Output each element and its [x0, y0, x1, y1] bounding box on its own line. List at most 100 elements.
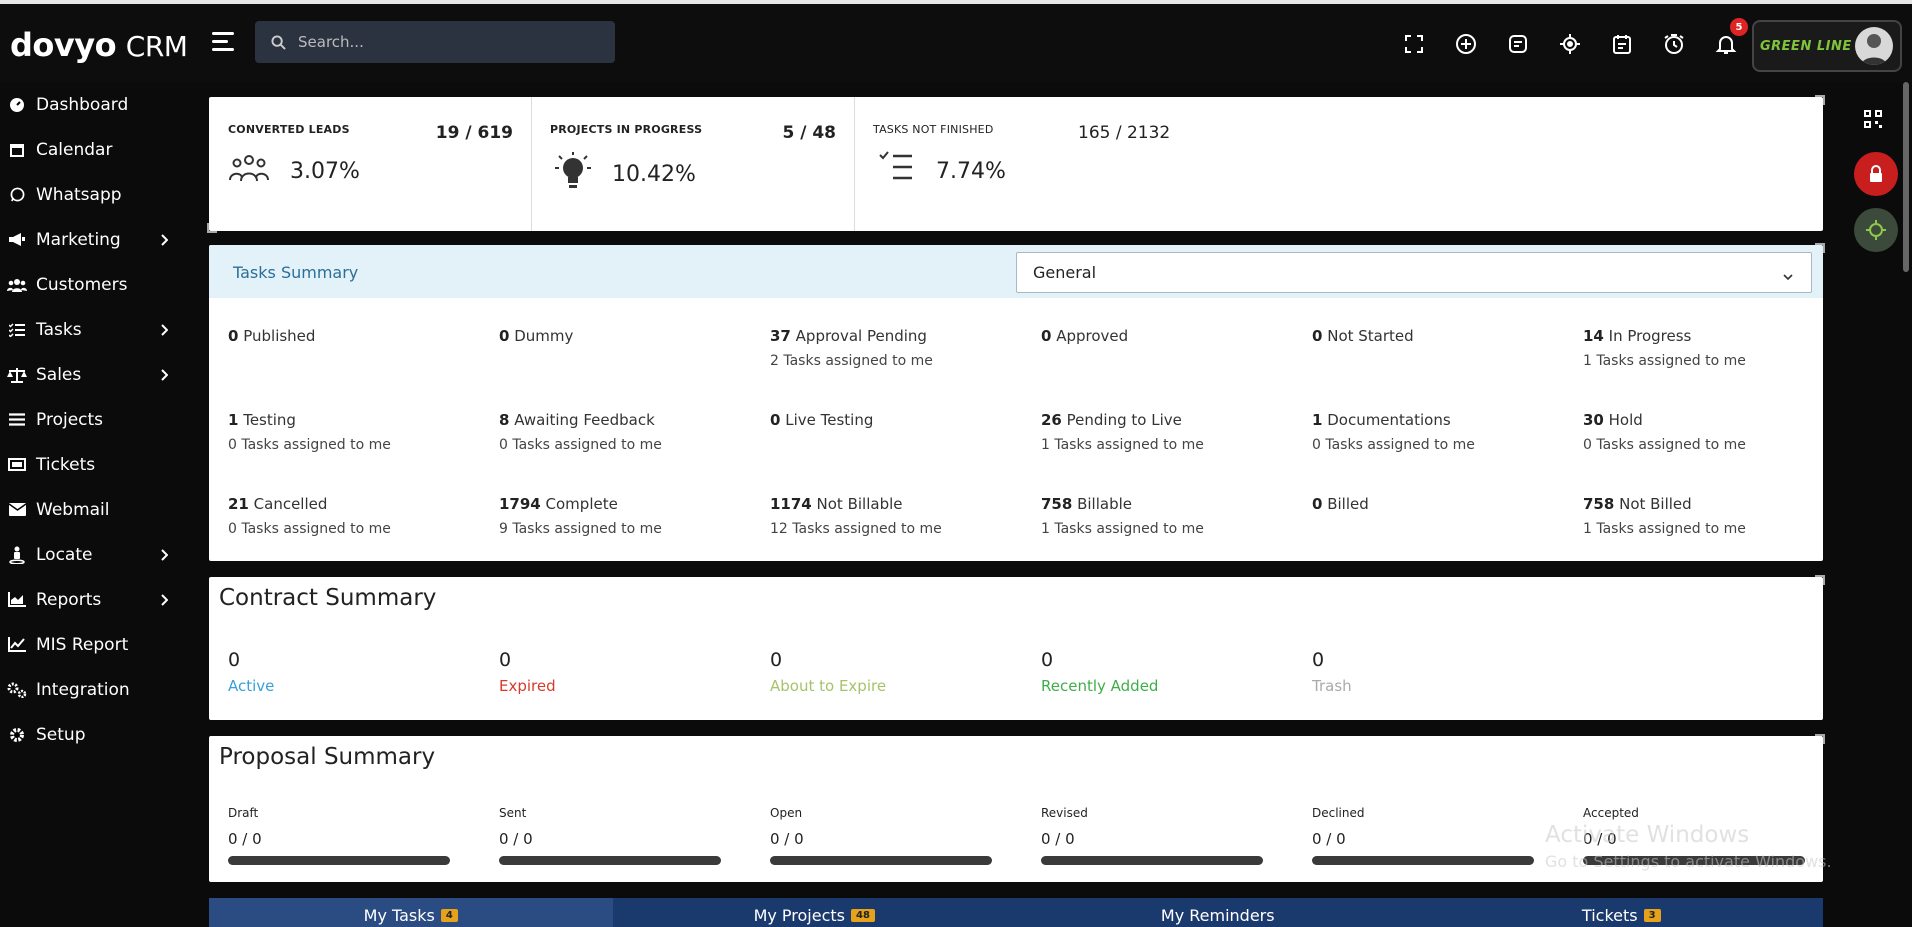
street-view-icon: [6, 545, 28, 565]
contract-stat-about-to-expire[interactable]: 0 About to Expire: [770, 649, 886, 695]
notification-bell-icon[interactable]: 5: [1714, 18, 1748, 56]
tab-my-projects[interactable]: My Projects 48: [613, 898, 1017, 927]
sidebar-item-mis-report[interactable]: MIS Report: [0, 622, 200, 667]
task-status-count: 1: [1312, 411, 1323, 429]
page-scrollbar[interactable]: [1903, 82, 1909, 272]
sidebar-nav: Dashboard Calendar Whatsapp Marketing Cu…: [0, 82, 200, 757]
contract-stat-expired[interactable]: 0 Expired: [499, 649, 556, 695]
task-status-item[interactable]: 758 Not Billed 1 Tasks assigned to me: [1583, 495, 1843, 537]
assigned-to-me-text: 1 Tasks assigned to me: [1583, 353, 1746, 369]
sidebar-item-label: Projects: [36, 409, 104, 430]
task-status-item[interactable]: 8 Awaiting Feedback 0 Tasks assigned to m…: [499, 411, 759, 453]
contract-stat-recently-added[interactable]: 0 Recently Added: [1041, 649, 1158, 695]
task-status-item[interactable]: 758 Billable 1 Tasks assigned to me: [1041, 495, 1301, 537]
add-circle-icon[interactable]: [1454, 32, 1478, 56]
task-filter-select[interactable]: General: [1016, 252, 1812, 293]
task-status-item[interactable]: 1794 Complete 9 Tasks assigned to me: [499, 495, 759, 537]
sidebar-item-setup[interactable]: Setup: [0, 712, 200, 757]
sidebar-item-dashboard[interactable]: Dashboard: [0, 82, 200, 127]
task-status-item[interactable]: 0 Approved: [1041, 327, 1301, 345]
proposal-progress-bar: [770, 856, 992, 865]
task-status-item[interactable]: 37 Approval Pending 2 Tasks assigned to m…: [770, 327, 1030, 369]
location-target-icon[interactable]: [1558, 32, 1582, 56]
user-profile-menu[interactable]: GREEN LINE: [1752, 20, 1902, 72]
task-status-count: 26: [1041, 411, 1062, 429]
task-status-item[interactable]: 1 Testing 0 Tasks assigned to me: [228, 411, 488, 453]
tab-my-reminders[interactable]: My Reminders: [1016, 898, 1420, 927]
task-status-item[interactable]: 0 Not Started: [1312, 327, 1572, 345]
sidebar-item-calendar[interactable]: Calendar: [0, 127, 200, 172]
sidebar-item-whatsapp[interactable]: Whatsapp: [0, 172, 200, 217]
task-status-item[interactable]: 14 In Progress 1 Tasks assigned to me: [1583, 327, 1843, 369]
task-status-label: Dummy: [514, 327, 574, 345]
user-avatar[interactable]: [1855, 27, 1893, 65]
sidebar-item-locate[interactable]: Locate: [0, 532, 200, 577]
task-status-item[interactable]: 1174 Not Billable 12 Tasks assigned to me: [770, 495, 1030, 537]
proposal-progress-bar: [228, 856, 450, 865]
task-status-label: Cancelled: [253, 495, 328, 513]
sidebar-item-webmail[interactable]: Webmail: [0, 487, 200, 532]
search-box[interactable]: [255, 21, 615, 63]
sidebar-item-reports[interactable]: Reports: [0, 577, 200, 622]
sidebar-item-integration[interactable]: Integration: [0, 667, 200, 712]
proposal-progress-bar: [499, 856, 721, 865]
proposal-status-item[interactable]: Draft 0 / 0: [228, 806, 450, 865]
sidebar-item-tickets[interactable]: Tickets: [0, 442, 200, 487]
task-status-item[interactable]: 26 Pending to Live 1 Tasks assigned to me: [1041, 411, 1301, 453]
fullscreen-icon[interactable]: [1402, 32, 1426, 56]
windows-activation-watermark: Activate Windows Go to Settings to activ…: [1545, 822, 1832, 871]
contract-summary-title: Contract Summary: [219, 585, 437, 611]
proposal-status-item[interactable]: Open 0 / 0: [770, 806, 992, 865]
calendar-check-icon[interactable]: [1610, 32, 1634, 56]
task-status-item[interactable]: 0 Dummy: [499, 327, 759, 345]
sidebar-item-projects[interactable]: Projects: [0, 397, 200, 442]
task-status-label: Documentations: [1327, 411, 1451, 429]
task-status-count: 758: [1583, 495, 1615, 513]
proposal-status-label: Revised: [1041, 806, 1088, 820]
proposal-status-item[interactable]: Sent 0 / 0: [499, 806, 721, 865]
search-input[interactable]: [298, 33, 598, 51]
timer-icon[interactable]: [1662, 32, 1686, 56]
app-logo[interactable]: dovyo CRM: [10, 26, 188, 64]
assigned-to-me-text: 2 Tasks assigned to me: [770, 353, 933, 369]
proposal-status-label: Accepted: [1583, 806, 1639, 820]
task-status-item[interactable]: 30 Hold 0 Tasks assigned to me: [1583, 411, 1843, 453]
task-status-item[interactable]: 0 Billed: [1312, 495, 1572, 513]
task-status-label: In Progress: [1608, 327, 1692, 345]
task-status-count: 0: [1312, 327, 1323, 345]
task-status-label: Testing: [243, 411, 296, 429]
assigned-to-me-text: 0 Tasks assigned to me: [1583, 437, 1746, 453]
assigned-to-me-text: 1 Tasks assigned to me: [1041, 521, 1204, 537]
tab-tickets[interactable]: Tickets 3: [1420, 898, 1824, 927]
assigned-to-me-text: 0 Tasks assigned to me: [1312, 437, 1475, 453]
proposal-status-value: 0 / 0: [499, 830, 533, 848]
assigned-to-me-text: 0 Tasks assigned to me: [499, 437, 662, 453]
contract-stat-trash[interactable]: 0 Trash: [1312, 649, 1352, 695]
balance-scale-icon: [6, 365, 28, 385]
lock-button[interactable]: [1854, 152, 1898, 196]
task-status-count: 21: [228, 495, 249, 513]
sidebar-item-tasks[interactable]: Tasks: [0, 307, 200, 352]
qr-code-icon[interactable]: [1864, 110, 1882, 132]
assigned-to-me-text: 9 Tasks assigned to me: [499, 521, 662, 537]
stat-ratio: 19 / 619: [435, 123, 513, 143]
search-icon: [271, 34, 286, 50]
proposal-status-item[interactable]: Revised 0 / 0: [1041, 806, 1263, 865]
tab-my-tasks[interactable]: My Tasks 4: [209, 898, 613, 927]
sidebar-item-marketing[interactable]: Marketing: [0, 217, 200, 262]
sidebar-item-customers[interactable]: Customers: [0, 262, 200, 307]
task-status-item[interactable]: 1 Documentations 0 Tasks assigned to me: [1312, 411, 1572, 453]
location-button[interactable]: [1854, 208, 1898, 252]
task-status-item[interactable]: 21 Cancelled 0 Tasks assigned to me: [228, 495, 488, 537]
proposal-status-label: Open: [770, 806, 803, 820]
contract-stat-active[interactable]: 0 Active: [228, 649, 274, 695]
task-status-item[interactable]: 0 Live Testing: [770, 411, 1030, 429]
menu-toggle-icon[interactable]: [212, 32, 238, 54]
proposal-summary-title: Proposal Summary: [219, 744, 436, 770]
task-status-item[interactable]: 0 Published: [228, 327, 488, 345]
proposal-status-item[interactable]: Declined 0 / 0: [1312, 806, 1534, 865]
assigned-to-me-text: 1 Tasks assigned to me: [1583, 521, 1746, 537]
notification-count-badge: 5: [1730, 18, 1748, 36]
sidebar-item-sales[interactable]: Sales: [0, 352, 200, 397]
notes-icon[interactable]: [1506, 32, 1530, 56]
